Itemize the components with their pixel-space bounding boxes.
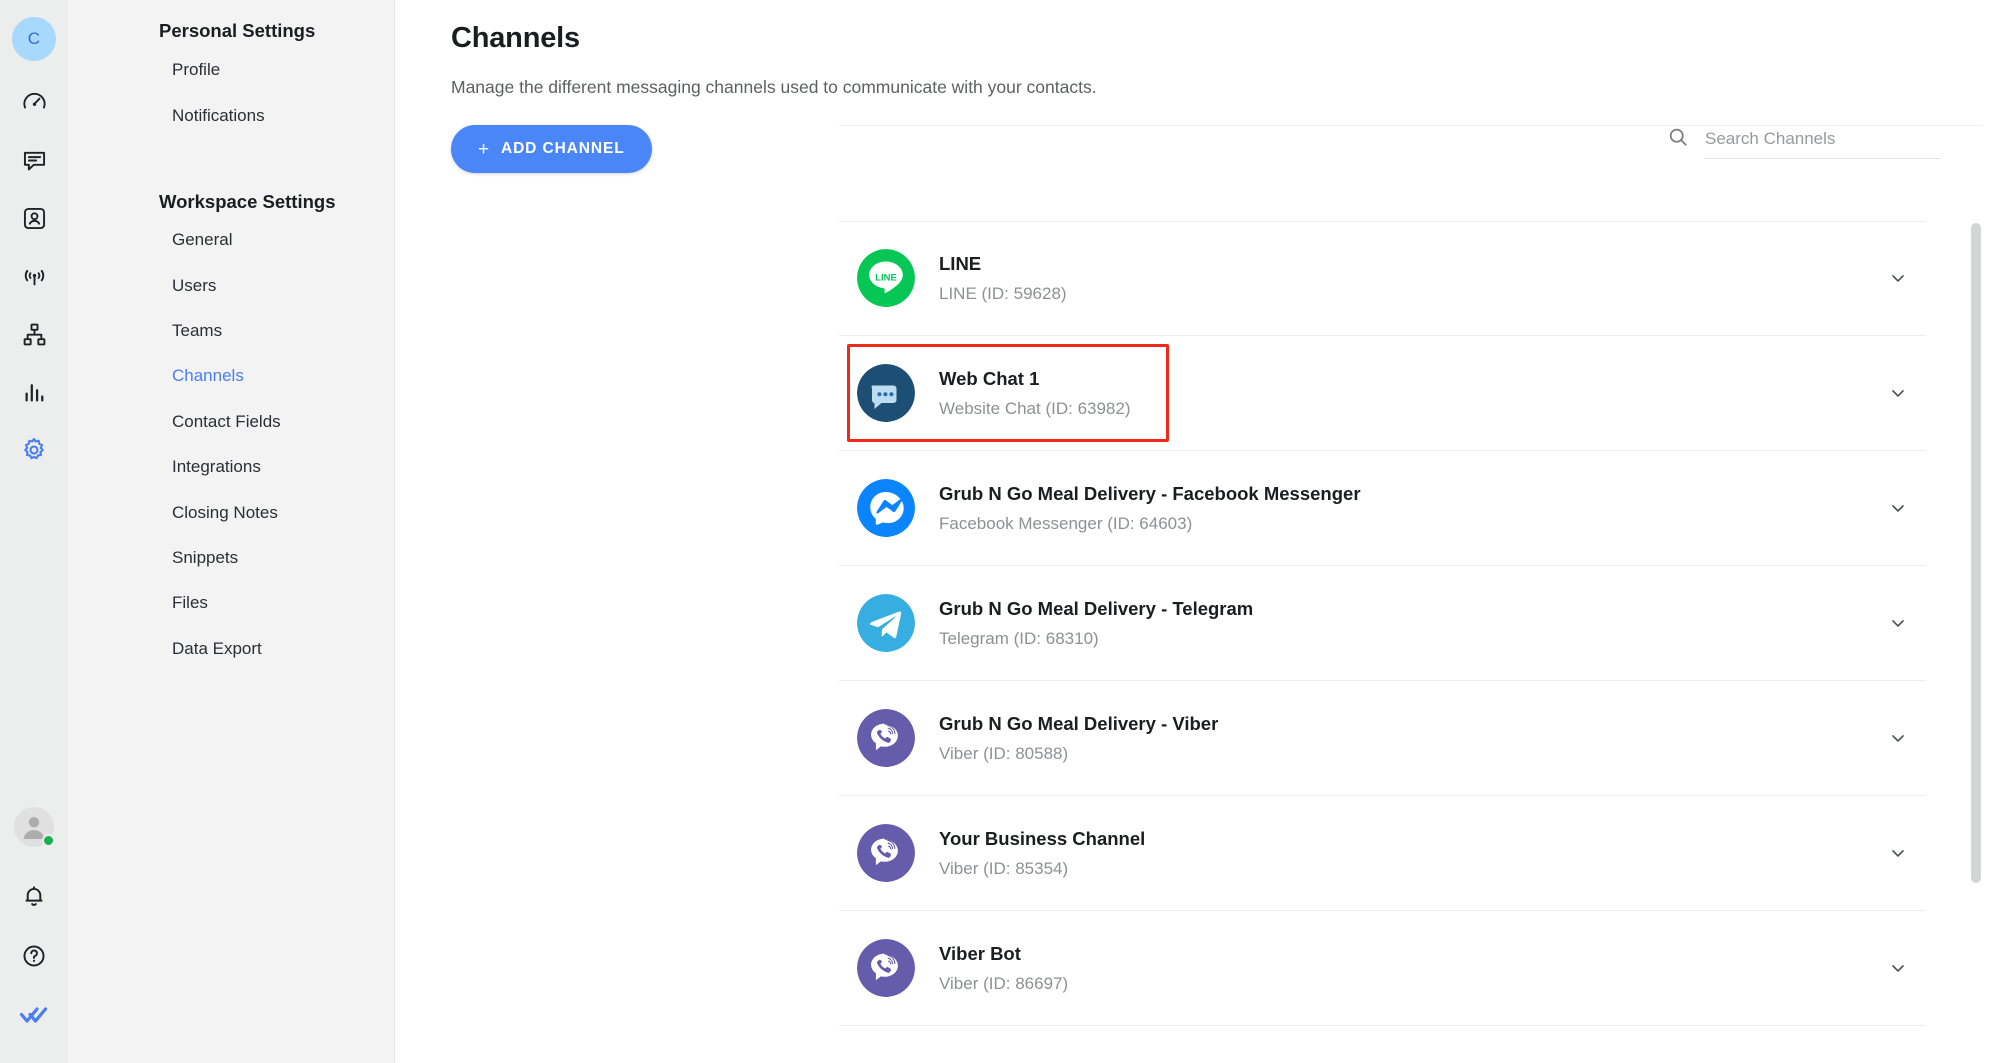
channel-meta: LINE (ID: 59628) [939,283,1067,303]
add-channel-button[interactable]: + ADD CHANNEL [451,125,652,173]
channel-meta: Facebook Messenger (ID: 64603) [939,513,1193,533]
chevron-down-icon[interactable] [1870,958,1926,978]
svg-text:LINE: LINE [875,273,897,284]
sidebar-item-notifications[interactable]: Notifications [68,93,394,139]
nav-group-title-personal: Personal Settings [159,20,316,41]
app-icon-rail: C [0,0,68,1063]
contacts-icon[interactable] [11,195,57,241]
help-icon[interactable] [11,933,57,979]
table-row[interactable]: Grub N Go Meal Delivery - Viber Viber (I… [839,681,1926,796]
chevron-down-icon[interactable] [1870,613,1926,633]
channel-name: LINE [939,252,982,274]
sidebar-item-files[interactable]: Files [68,581,394,626]
table-row[interactable]: Grub N Go Meal Delivery - Facebook Messe… [839,451,1926,566]
settings-gear-icon[interactable] [11,427,57,473]
workspace-avatar[interactable]: C [12,17,56,61]
app-root: C Personal Settings Profile Notification… [0,0,2000,1063]
table-row[interactable]: Viber Bot Viber (ID: 86697) [839,911,1926,1026]
chevron-down-icon[interactable] [1870,383,1926,403]
search-icon [1667,126,1689,159]
sidebar-item-teams[interactable]: Teams [68,309,394,354]
row-text: Grub N Go Meal Delivery - Telegram Teleg… [939,597,1870,650]
row-text: Grub N Go Meal Delivery - Viber Viber (I… [939,712,1870,765]
main-content: Channels Manage the different messaging … [395,0,2000,1063]
channel-name: Viber Bot [939,942,1021,964]
viber-icon [857,939,915,997]
channel-name: Grub N Go Meal Delivery - Facebook Messe… [939,482,1361,504]
channel-name: Web Chat 1 [939,367,1040,389]
viber-icon [857,709,915,767]
nav-group-workspace-settings: Workspace Settings General Users Teams C… [68,193,394,671]
online-status-dot [42,834,55,847]
viber-icon [857,824,915,882]
channels-list: LINE LINE LINE (ID: 59628) Web Chat 1 We… [839,221,2000,1063]
row-text: Viber Bot Viber (ID: 86697) [939,942,1870,995]
user-avatar[interactable] [14,807,55,847]
row-text: Web Chat 1 Website Chat (ID: 63982) [939,367,1870,420]
add-channel-label: ADD CHANNEL [501,140,625,157]
table-row[interactable]: Your Business Channel Viber (ID: 85354) [839,796,1926,911]
sidebar-item-users[interactable]: Users [68,263,394,308]
workspace-initial: C [27,29,41,48]
brand-logo-icon[interactable] [11,993,57,1039]
chevron-down-icon[interactable] [1870,498,1926,518]
webchat-icon [857,364,915,422]
channel-meta: Viber (ID: 80588) [939,743,1069,763]
settings-nav: Personal Settings Profile Notifications … [68,0,395,1063]
channel-name: Your Business Channel [939,827,1146,849]
channel-meta: Viber (ID: 86697) [939,973,1069,993]
sidebar-item-integrations[interactable]: Integrations [68,445,394,490]
telegram-icon [857,594,915,652]
channels-toolbar: + ADD CHANNEL [451,124,2000,174]
channel-name: Grub N Go Meal Delivery - Viber [939,712,1219,734]
messenger-icon [857,479,915,537]
channel-name: Grub N Go Meal Delivery - Telegram [939,597,1254,619]
nav-group-title-workspace: Workspace Settings [159,191,336,213]
chevron-down-icon[interactable] [1870,843,1926,863]
search-channels-wrap [1667,126,1941,159]
channels-scrollbar[interactable] [1970,221,1982,1063]
messages-icon[interactable] [11,137,57,183]
sidebar-item-data-export[interactable]: Data Export [68,626,394,671]
bell-icon[interactable] [11,873,57,919]
row-text: LINE LINE (ID: 59628) [939,252,1870,305]
plus-icon: + [478,138,490,160]
header-divider [839,125,1982,126]
page-title: Channels [451,22,580,54]
line-icon: LINE [857,249,915,307]
sidebar-item-closing-notes[interactable]: Closing Notes [68,490,394,535]
table-row[interactable]: Web Chat 1 Website Chat (ID: 63982) [839,336,1926,451]
sidebar-item-snippets[interactable]: Snippets [68,536,394,581]
workflows-icon[interactable] [11,311,57,357]
page-subtitle: Manage the different messaging channels … [451,77,1097,97]
table-row[interactable]: Grub N Go Meal Delivery - Telegram Teleg… [839,566,1926,681]
broadcast-icon[interactable] [11,253,57,299]
chevron-down-icon[interactable] [1870,728,1926,748]
channel-meta: Telegram (ID: 68310) [939,628,1099,648]
row-text: Your Business Channel Viber (ID: 85354) [939,827,1870,880]
row-text: Grub N Go Meal Delivery - Facebook Messe… [939,482,1870,535]
channel-meta: Website Chat (ID: 63982) [939,398,1131,418]
sidebar-item-profile[interactable]: Profile [68,47,394,93]
dashboard-gauge-icon[interactable] [11,79,57,125]
scrollbar-thumb[interactable] [1971,223,1981,883]
nav-group-personal-settings: Personal Settings Profile Notifications [68,20,394,139]
sidebar-item-channels[interactable]: Channels [68,354,394,399]
chevron-down-icon[interactable] [1870,268,1926,288]
search-input[interactable] [1705,129,1941,159]
sidebar-item-contact-fields[interactable]: Contact Fields [68,399,394,444]
sidebar-item-general[interactable]: General [68,218,394,263]
reports-icon[interactable] [11,369,57,415]
channel-meta: Viber (ID: 85354) [939,858,1069,878]
table-row[interactable]: LINE LINE LINE (ID: 59628) [839,221,1926,336]
